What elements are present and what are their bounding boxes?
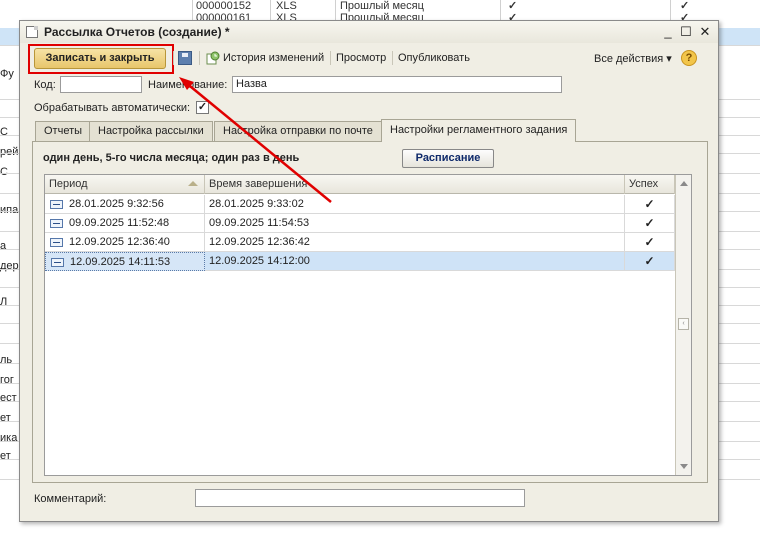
comment-input[interactable] (195, 489, 525, 507)
cell-period: 12.09.2025 14:11:53 (45, 252, 205, 271)
column-header-period[interactable]: Период (45, 175, 205, 194)
history-button[interactable]: История изменений (223, 52, 324, 64)
cell-success: ✓ (625, 214, 675, 233)
cell-end-time: 12.09.2025 12:36:42 (205, 233, 625, 252)
cell-success: ✓ (625, 233, 675, 252)
maximize-button[interactable]: ☐ (678, 24, 694, 40)
close-button[interactable]: ✕ (697, 24, 713, 40)
save-icon[interactable] (178, 51, 192, 65)
scroll-down-icon[interactable] (680, 464, 688, 469)
history-icon[interactable] (206, 51, 220, 65)
name-label: Наименование: (148, 79, 228, 91)
code-input[interactable] (60, 76, 142, 93)
cell-end-time: 28.01.2025 9:33:02 (205, 195, 625, 214)
help-icon[interactable]: ? (681, 50, 697, 66)
table-row[interactable]: 09.09.2025 11:52:48 09.09.2025 11:54:53 … (45, 214, 675, 233)
scroll-up-icon[interactable] (680, 181, 688, 186)
bg-fragment: Фу (0, 68, 14, 80)
table-row-selected[interactable]: 12.09.2025 14:11:53 12.09.2025 14:12:00 … (45, 252, 675, 271)
minimize-button[interactable]: _ (660, 24, 676, 40)
record-icon (51, 258, 64, 267)
schedule-button[interactable]: Расписание (402, 149, 494, 168)
tab-email-settings[interactable]: Настройка отправки по почте (214, 121, 382, 141)
schedule-description: один день, 5-го числа месяца; один раз в… (43, 152, 300, 164)
dialog-toolbar: Записать и закрыть История изменений Про… (20, 43, 718, 74)
table-row[interactable]: 28.01.2025 9:32:56 28.01.2025 9:33:02 ✓ (45, 195, 675, 214)
column-header-success[interactable]: Успех (625, 175, 675, 194)
tab-mailing-settings[interactable]: Настройка рассылки (89, 121, 213, 141)
report-mailing-dialog: Рассылка Отчетов (создание) * _ ☐ ✕ Запи… (19, 20, 719, 522)
cell-period-value: 12.09.2025 14:11:53 (70, 256, 171, 268)
job-history-table[interactable]: Период Время завершения Успех 28.01.2025… (44, 174, 692, 476)
auto-process-checkbox[interactable]: ✓ (196, 101, 209, 114)
tab-panel-schedule: один день, 5-го числа месяца; один раз в… (32, 141, 708, 483)
cell-success: ✓ (625, 252, 675, 271)
cell-end-time: 12.09.2025 14:12:00 (205, 252, 625, 271)
tab-reports[interactable]: Отчеты (35, 121, 92, 141)
dialog-titlebar[interactable]: Рассылка Отчетов (создание) * _ ☐ ✕ (20, 21, 718, 43)
record-icon (50, 219, 63, 228)
code-label: Код: (34, 79, 56, 91)
all-actions-menu[interactable]: Все действия ▾ (594, 52, 672, 65)
toolbar-separator (173, 51, 174, 65)
column-header-period-label: Период (49, 178, 88, 190)
cell-period: 28.01.2025 9:32:56 (45, 195, 205, 214)
highlight-frame (28, 44, 174, 74)
publish-button[interactable]: Опубликовать (398, 52, 470, 64)
cell-success: ✓ (625, 195, 675, 214)
cell-period-value: 12.09.2025 12:36:40 (69, 236, 170, 248)
cell-period: 09.09.2025 11:52:48 (45, 214, 205, 233)
cell-end-time: 09.09.2025 11:54:53 (205, 214, 625, 233)
record-icon (50, 238, 63, 247)
table-scrollbar[interactable]: ‹ (675, 175, 691, 475)
column-header-end-time[interactable]: Время завершения (205, 175, 625, 194)
cell-period-value: 28.01.2025 9:32:56 (69, 198, 164, 210)
toolbar-separator (392, 51, 393, 65)
document-icon (26, 26, 38, 38)
cell-period-value: 09.09.2025 11:52:48 (69, 217, 170, 229)
name-input[interactable]: Назва (232, 76, 562, 93)
dialog-title: Рассылка Отчетов (создание) * (44, 25, 230, 39)
cell-period: 12.09.2025 12:36:40 (45, 233, 205, 252)
comment-label: Комментарий: (34, 493, 107, 505)
scroll-thumb[interactable]: ‹ (678, 318, 689, 330)
table-row[interactable]: 12.09.2025 12:36:40 12.09.2025 12:36:42 … (45, 233, 675, 252)
tab-schedule-settings[interactable]: Настройки регламентного задания (381, 119, 577, 142)
record-icon (50, 200, 63, 209)
table-header: Период Время завершения Успех (45, 175, 675, 194)
preview-button[interactable]: Просмотр (336, 52, 386, 64)
toolbar-separator (199, 51, 200, 65)
sort-asc-icon (188, 181, 198, 186)
toolbar-separator (330, 51, 331, 65)
auto-process-label: Обрабатывать автоматически: (34, 102, 191, 114)
